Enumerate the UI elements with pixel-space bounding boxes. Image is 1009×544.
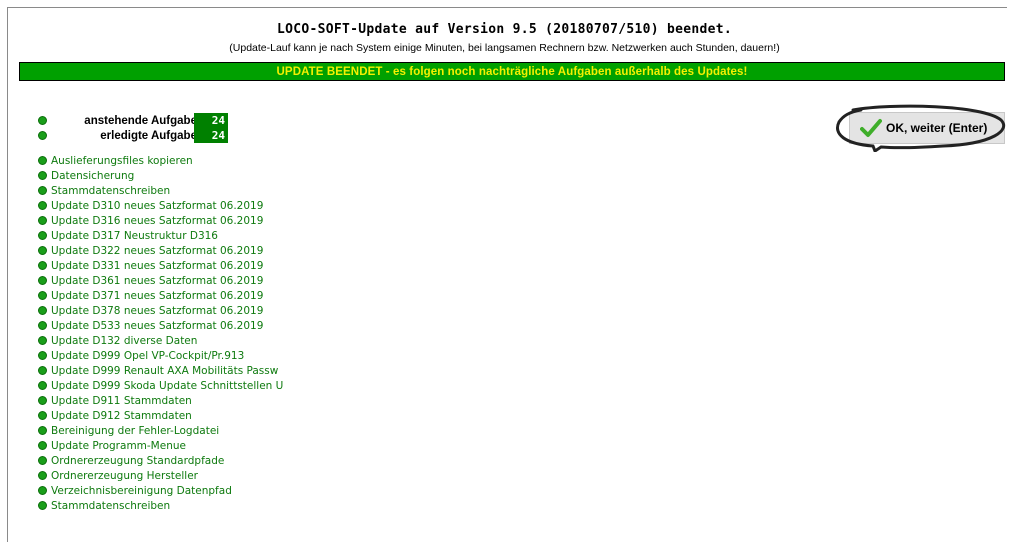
task-label: Update D999 Renault AXA Mobilitäts Passw bbox=[51, 364, 279, 377]
task-label: Update D322 neues Satzformat 06.2019 bbox=[51, 244, 264, 257]
status-dot-icon bbox=[38, 116, 47, 125]
task-list-item: Update D316 neues Satzformat 06.2019 bbox=[38, 213, 283, 228]
task-list-item: Auslieferungsfiles kopieren bbox=[38, 153, 283, 168]
task-label: Update Programm-Menue bbox=[51, 439, 186, 452]
status-dot-icon bbox=[38, 156, 47, 165]
status-dot-icon bbox=[38, 246, 47, 255]
status-dot-icon bbox=[38, 366, 47, 375]
task-list-item: Update D317 Neustruktur D316 bbox=[38, 228, 283, 243]
status-dot-icon bbox=[38, 231, 47, 240]
task-label: Bereinigung der Fehler-Logdatei bbox=[51, 424, 220, 437]
task-list-item: Update D999 Skoda Update Schnittstellen … bbox=[38, 378, 283, 393]
status-dot-icon bbox=[38, 336, 47, 345]
status-dot-icon bbox=[38, 306, 47, 315]
status-dot-icon bbox=[38, 131, 47, 140]
task-label: Update D316 neues Satzformat 06.2019 bbox=[51, 214, 264, 227]
task-label: Update D317 Neustruktur D316 bbox=[51, 229, 218, 242]
status-dot-icon bbox=[38, 501, 47, 510]
status-banner: UPDATE BEENDET - es folgen noch nachträg… bbox=[19, 62, 1005, 81]
task-list: Auslieferungsfiles kopieren Datensicherun… bbox=[38, 153, 283, 513]
status-dot-icon bbox=[38, 321, 47, 330]
completed-tasks-value: 24 bbox=[194, 128, 228, 143]
task-list-item: Update D322 neues Satzformat 06.2019 bbox=[38, 243, 283, 258]
task-label: Stammdatenschreiben bbox=[51, 184, 171, 197]
status-dot-icon bbox=[38, 396, 47, 405]
update-subtitle: (Update-Lauf kann je nach System einige … bbox=[229, 42, 780, 54]
task-label: Update D378 neues Satzformat 06.2019 bbox=[51, 304, 264, 317]
status-dot-icon bbox=[38, 186, 47, 195]
checkmark-icon bbox=[860, 119, 882, 137]
status-dot-icon bbox=[38, 351, 47, 360]
task-list-item: Ordnererzeugung Hersteller bbox=[38, 468, 283, 483]
pending-tasks-label: anstehende Aufgaben bbox=[84, 114, 204, 127]
task-list-item: Update D132 diverse Daten bbox=[38, 333, 283, 348]
task-list-item: Update D911 Stammdaten bbox=[38, 393, 283, 408]
task-list-item: Verzeichnisbereinigung Datenpfad bbox=[38, 483, 283, 498]
task-list-item: Update D310 neues Satzformat 06.2019 bbox=[38, 198, 283, 213]
completed-tasks-counter: erledigte Aufgaben 24 bbox=[38, 128, 228, 143]
task-list-item: Ordnererzeugung Standardpfade bbox=[38, 453, 283, 468]
task-list-item: Update D533 neues Satzformat 06.2019 bbox=[38, 318, 283, 333]
status-dot-icon bbox=[38, 171, 47, 180]
status-dot-icon bbox=[38, 486, 47, 495]
status-dot-icon bbox=[38, 441, 47, 450]
task-label: Datensicherung bbox=[51, 169, 135, 182]
status-dot-icon bbox=[38, 291, 47, 300]
task-list-item: Update D912 Stammdaten bbox=[38, 408, 283, 423]
ok-continue-button[interactable]: OK, weiter (Enter) bbox=[849, 112, 1005, 144]
task-label: Ordnererzeugung Hersteller bbox=[51, 469, 198, 482]
task-list-item: Update D999 Opel VP-Cockpit/Pr.913 bbox=[38, 348, 283, 363]
status-dot-icon bbox=[38, 471, 47, 480]
task-list-item: Update Programm-Menue bbox=[38, 438, 283, 453]
task-label: Auslieferungsfiles kopieren bbox=[51, 154, 193, 167]
pending-tasks-value: 24 bbox=[194, 113, 228, 128]
task-label: Update D361 neues Satzformat 06.2019 bbox=[51, 274, 264, 287]
task-label: Update D999 Opel VP-Cockpit/Pr.913 bbox=[51, 349, 245, 362]
task-list-item: Update D999 Renault AXA Mobilitäts Passw bbox=[38, 363, 283, 378]
task-list-item: Update D371 neues Satzformat 06.2019 bbox=[38, 288, 283, 303]
status-dot-icon bbox=[38, 411, 47, 420]
status-dot-icon bbox=[38, 456, 47, 465]
task-list-item: Update D361 neues Satzformat 06.2019 bbox=[38, 273, 283, 288]
task-label: Update D533 neues Satzformat 06.2019 bbox=[51, 319, 264, 332]
update-title: LOCO-SOFT-Update auf Version 9.5 (201807… bbox=[276, 22, 733, 37]
task-label: Ordnererzeugung Standardpfade bbox=[51, 454, 225, 467]
status-dot-icon bbox=[38, 201, 47, 210]
task-list-item: Stammdatenschreiben bbox=[38, 183, 283, 198]
task-label: Stammdatenschreiben bbox=[51, 499, 171, 512]
pending-tasks-counter: anstehende Aufgaben 24 bbox=[38, 113, 228, 128]
task-list-item: Update D331 neues Satzformat 06.2019 bbox=[38, 258, 283, 273]
task-label: Update D912 Stammdaten bbox=[51, 409, 192, 422]
status-dot-icon bbox=[38, 276, 47, 285]
completed-tasks-label: erledigte Aufgaben bbox=[100, 129, 204, 142]
status-dot-icon bbox=[38, 426, 47, 435]
task-label: Update D310 neues Satzformat 06.2019 bbox=[51, 199, 264, 212]
task-label: Update D911 Stammdaten bbox=[51, 394, 192, 407]
task-label: Update D132 diverse Daten bbox=[51, 334, 198, 347]
status-banner-text: UPDATE BEENDET - es folgen noch nachträg… bbox=[276, 65, 748, 78]
status-dot-icon bbox=[38, 261, 47, 270]
status-dot-icon bbox=[38, 216, 47, 225]
task-list-item: Stammdatenschreiben bbox=[38, 498, 283, 513]
task-label: Update D371 neues Satzformat 06.2019 bbox=[51, 289, 264, 302]
task-label: Update D999 Skoda Update Schnittstellen … bbox=[51, 379, 283, 392]
task-list-item: Bereinigung der Fehler-Logdatei bbox=[38, 423, 283, 438]
task-list-item: Datensicherung bbox=[38, 168, 283, 183]
task-list-item: Update D378 neues Satzformat 06.2019 bbox=[38, 303, 283, 318]
task-label: Verzeichnisbereinigung Datenpfad bbox=[51, 484, 232, 497]
task-label: Update D331 neues Satzformat 06.2019 bbox=[51, 259, 264, 272]
status-dot-icon bbox=[38, 381, 47, 390]
ok-continue-label: OK, weiter (Enter) bbox=[886, 121, 988, 135]
